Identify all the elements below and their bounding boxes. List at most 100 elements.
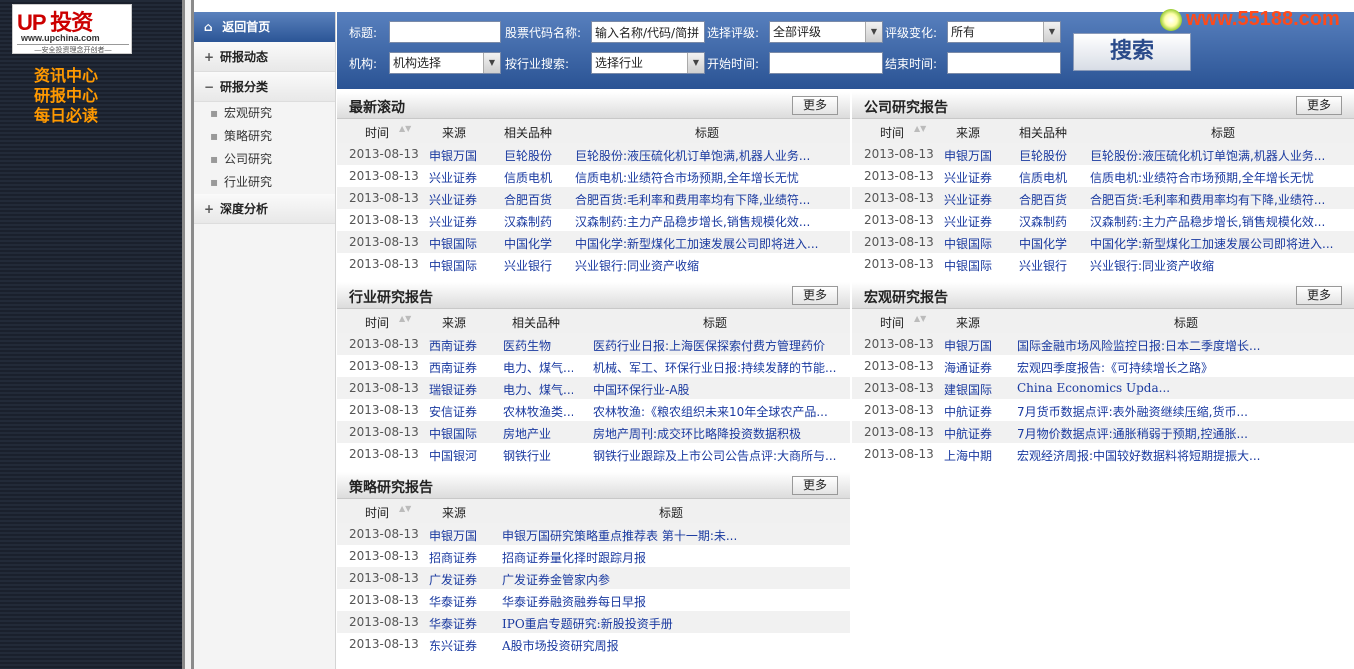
row-source-link[interactable]: 兴业证券 — [429, 213, 489, 230]
row-title-link[interactable]: 兴业银行:同业资产收缩 — [1090, 257, 1354, 274]
upchina-logo[interactable]: UP 投资 www.upchina.com —安全投资理念开创者— — [12, 4, 132, 54]
row-source-link[interactable]: 申银万国 — [944, 147, 1004, 164]
row-title-link[interactable]: 招商证券量化择时跟踪月报 — [502, 549, 842, 566]
row-title-link[interactable]: 巨轮股份:液压硫化机订单饱满,机器人业务... — [1090, 147, 1354, 164]
menu-sub-macro[interactable]: ▪ 宏观研究 — [194, 102, 335, 125]
row-title-link[interactable]: 7月货币数据点评:表外融资继续压缩,货币... — [1017, 403, 1347, 420]
row-product-link[interactable]: 合肥百货 — [1019, 191, 1089, 208]
row-source-link[interactable]: 中银国际 — [429, 257, 489, 274]
row-product-link[interactable]: 中国化学 — [1019, 235, 1089, 252]
row-title-link[interactable]: A股市场投资研究周报 — [502, 637, 842, 654]
nav-daily-must-read[interactable]: 每日必读 — [34, 106, 98, 126]
menu-group-dynamics[interactable]: + 研报动态 — [194, 42, 335, 72]
table-row[interactable]: 2013-08-13 瑞银证券 电力、煤气... 中国环保行业-A股 — [337, 377, 850, 399]
row-source-link[interactable]: 兴业证券 — [944, 191, 1004, 208]
table-row[interactable]: 2013-08-13 华泰证券 华泰证券融资融券每日早报 — [337, 589, 850, 611]
row-title-link[interactable]: 信质电机:业绩符合市场预期,全年增长无忧 — [575, 169, 845, 186]
row-title-link[interactable]: 合肥百货:毛利率和费用率均有下降,业绩符... — [1090, 191, 1354, 208]
more-button[interactable]: 更多 — [792, 476, 838, 495]
row-title-link[interactable]: 宏观四季度报告:《可持续增长之路》 — [1017, 359, 1347, 376]
more-button[interactable]: 更多 — [792, 286, 838, 305]
row-source-link[interactable]: 中银国际 — [429, 425, 489, 442]
industry-select[interactable]: 选择行业 ▼ — [591, 52, 705, 74]
table-row[interactable]: 2013-08-13 华泰证券 IPO重启专题研究:新股投资手册 — [337, 611, 850, 633]
table-row[interactable]: 2013-08-13 兴业证券 合肥百货 合肥百货:毛利率和费用率均有下降,业绩符..… — [337, 187, 850, 209]
row-source-link[interactable]: 建银国际 — [944, 381, 1004, 398]
row-source-link[interactable]: 中航证券 — [944, 425, 1004, 442]
table-row[interactable]: 2013-08-13 中银国际 兴业银行 兴业银行:同业资产收缩 — [337, 253, 850, 275]
row-source-link[interactable]: 兴业证券 — [944, 169, 1004, 186]
table-row[interactable]: 2013-08-13 中航证券 7月物价数据点评:通胀稍弱于预期,控通胀... — [852, 421, 1354, 443]
table-row[interactable]: 2013-08-13 兴业证券 汉森制药 汉森制药:主力产品稳步增长,销售规模化效..… — [337, 209, 850, 231]
row-source-link[interactable]: 华泰证券 — [429, 593, 489, 610]
row-product-link[interactable]: 电力、煤气... — [503, 381, 573, 398]
row-title-link[interactable]: 房地产周刊:成交环比略降投资数据积极 — [593, 425, 843, 442]
row-source-link[interactable]: 中银国际 — [944, 257, 1004, 274]
row-title-link[interactable]: 巨轮股份:液压硫化机订单饱满,机器人业务... — [575, 147, 845, 164]
row-product-link[interactable]: 医药生物 — [503, 337, 573, 354]
row-source-link[interactable]: 安信证券 — [429, 403, 489, 420]
row-product-link[interactable]: 房地产业 — [503, 425, 573, 442]
table-row[interactable]: 2013-08-13 中银国际 中国化学 中国化学:新型煤化工加速发展公司即将进入..… — [337, 231, 850, 253]
menu-group-category[interactable]: − 研报分类 — [194, 72, 335, 102]
title-input[interactable] — [389, 21, 501, 43]
row-title-link[interactable]: 中国化学:新型煤化工加速发展公司即将进入... — [1090, 235, 1354, 252]
row-product-link[interactable]: 汉森制药 — [1019, 213, 1089, 230]
row-title-link[interactable]: 中国环保行业-A股 — [593, 381, 843, 398]
row-title-link[interactable]: 汉森制药:主力产品稳步增长,销售规模化效... — [1090, 213, 1354, 230]
table-row[interactable]: 2013-08-13 建银国际 China Economics Upda... — [852, 377, 1354, 399]
row-source-link[interactable]: 西南证券 — [429, 359, 489, 376]
row-source-link[interactable]: 兴业证券 — [429, 169, 489, 186]
table-row[interactable]: 2013-08-13 中航证券 7月货币数据点评:表外融资继续压缩,货币... — [852, 399, 1354, 421]
table-row[interactable]: 2013-08-13 兴业证券 汉森制药 汉森制药:主力产品稳步增长,销售规模化效..… — [852, 209, 1354, 231]
row-title-link[interactable]: 钢铁行业跟踪及上市公司公告点评:大商所与... — [593, 447, 843, 464]
table-row[interactable]: 2013-08-13 兴业证券 信质电机 信质电机:业绩符合市场预期,全年增长无忧 — [337, 165, 850, 187]
nav-report-center[interactable]: 研报中心 — [34, 86, 98, 106]
table-row[interactable]: 2013-08-13 兴业证券 合肥百货 合肥百货:毛利率和费用率均有下降,业绩符..… — [852, 187, 1354, 209]
row-source-link[interactable]: 中航证券 — [944, 403, 1004, 420]
row-title-link[interactable]: 汉森制药:主力产品稳步增长,销售规模化效... — [575, 213, 845, 230]
row-title-link[interactable]: 华泰证券融资融券每日早报 — [502, 593, 842, 610]
row-title-link[interactable]: China Economics Upda... — [1017, 381, 1347, 395]
brand-site-logo[interactable]: www.55188.com — [1160, 8, 1340, 31]
table-row[interactable]: 2013-08-13 安信证券 农林牧渔类... 农林牧渔:《粮农组织未来10年全球农… — [337, 399, 850, 421]
table-row[interactable]: 2013-08-13 申银万国 巨轮股份 巨轮股份:液压硫化机订单饱满,机器人业务..… — [337, 143, 850, 165]
row-product-link[interactable]: 兴业银行 — [504, 257, 574, 274]
row-source-link[interactable]: 瑞银证券 — [429, 381, 489, 398]
row-title-link[interactable]: 宏观经济周报:中国较好数据料将短期提振大... — [1017, 447, 1347, 464]
row-source-link[interactable]: 中银国际 — [429, 235, 489, 252]
search-button[interactable]: 搜索 — [1073, 33, 1191, 71]
more-button[interactable]: 更多 — [792, 96, 838, 115]
row-product-link[interactable]: 汉森制药 — [504, 213, 574, 230]
row-product-link[interactable]: 合肥百货 — [504, 191, 574, 208]
row-product-link[interactable]: 兴业银行 — [1019, 257, 1089, 274]
row-title-link[interactable]: 合肥百货:毛利率和费用率均有下降,业绩符... — [575, 191, 845, 208]
row-title-link[interactable]: 信质电机:业绩符合市场预期,全年增长无忧 — [1090, 169, 1354, 186]
table-row[interactable]: 2013-08-13 中国银河 钢铁行业 钢铁行业跟踪及上市公司公告点评:大商所与..… — [337, 443, 850, 465]
row-source-link[interactable]: 中国银河 — [429, 447, 489, 464]
row-source-link[interactable]: 招商证券 — [429, 549, 489, 566]
table-row[interactable]: 2013-08-13 申银万国 国际金融市场风险监控日报:日本二季度增长... — [852, 333, 1354, 355]
table-row[interactable]: 2013-08-13 申银万国 申银万国研究策略重点推荐表 第十一期:未... — [337, 523, 850, 545]
row-product-link[interactable]: 钢铁行业 — [503, 447, 573, 464]
table-row[interactable]: 2013-08-13 海通证券 宏观四季度报告:《可持续增长之路》 — [852, 355, 1354, 377]
table-row[interactable]: 2013-08-13 中银国际 兴业银行 兴业银行:同业资产收缩 — [852, 253, 1354, 275]
table-row[interactable]: 2013-08-13 兴业证券 信质电机 信质电机:业绩符合市场预期,全年增长无忧 — [852, 165, 1354, 187]
row-product-link[interactable]: 电力、煤气... — [503, 359, 573, 376]
stock-input[interactable] — [591, 21, 705, 43]
table-row[interactable]: 2013-08-13 上海中期 宏观经济周报:中国较好数据料将短期提振大... — [852, 443, 1354, 465]
row-title-link[interactable]: 申银万国研究策略重点推荐表 第十一期:未... — [502, 527, 842, 544]
menu-sub-industry[interactable]: ▪ 行业研究 — [194, 171, 335, 194]
row-source-link[interactable]: 申银万国 — [944, 337, 1004, 354]
more-button[interactable]: 更多 — [1296, 286, 1342, 305]
row-title-link[interactable]: 广发证券金管家内参 — [502, 571, 842, 588]
row-title-link[interactable]: IPO重启专题研究:新股投资手册 — [502, 615, 842, 632]
row-title-link[interactable]: 医药行业日报:上海医保探索付费方管理药价 — [593, 337, 843, 354]
more-button[interactable]: 更多 — [1296, 96, 1342, 115]
row-title-link[interactable]: 兴业银行:同业资产收缩 — [575, 257, 845, 274]
table-row[interactable]: 2013-08-13 招商证券 招商证券量化择时跟踪月报 — [337, 545, 850, 567]
rating-change-select[interactable]: 所有 ▼ — [947, 21, 1061, 43]
row-source-link[interactable]: 申银万国 — [429, 527, 489, 544]
table-row[interactable]: 2013-08-13 西南证券 医药生物 医药行业日报:上海医保探索付费方管理药价 — [337, 333, 850, 355]
row-title-link[interactable]: 国际金融市场风险监控日报:日本二季度增长... — [1017, 337, 1347, 354]
